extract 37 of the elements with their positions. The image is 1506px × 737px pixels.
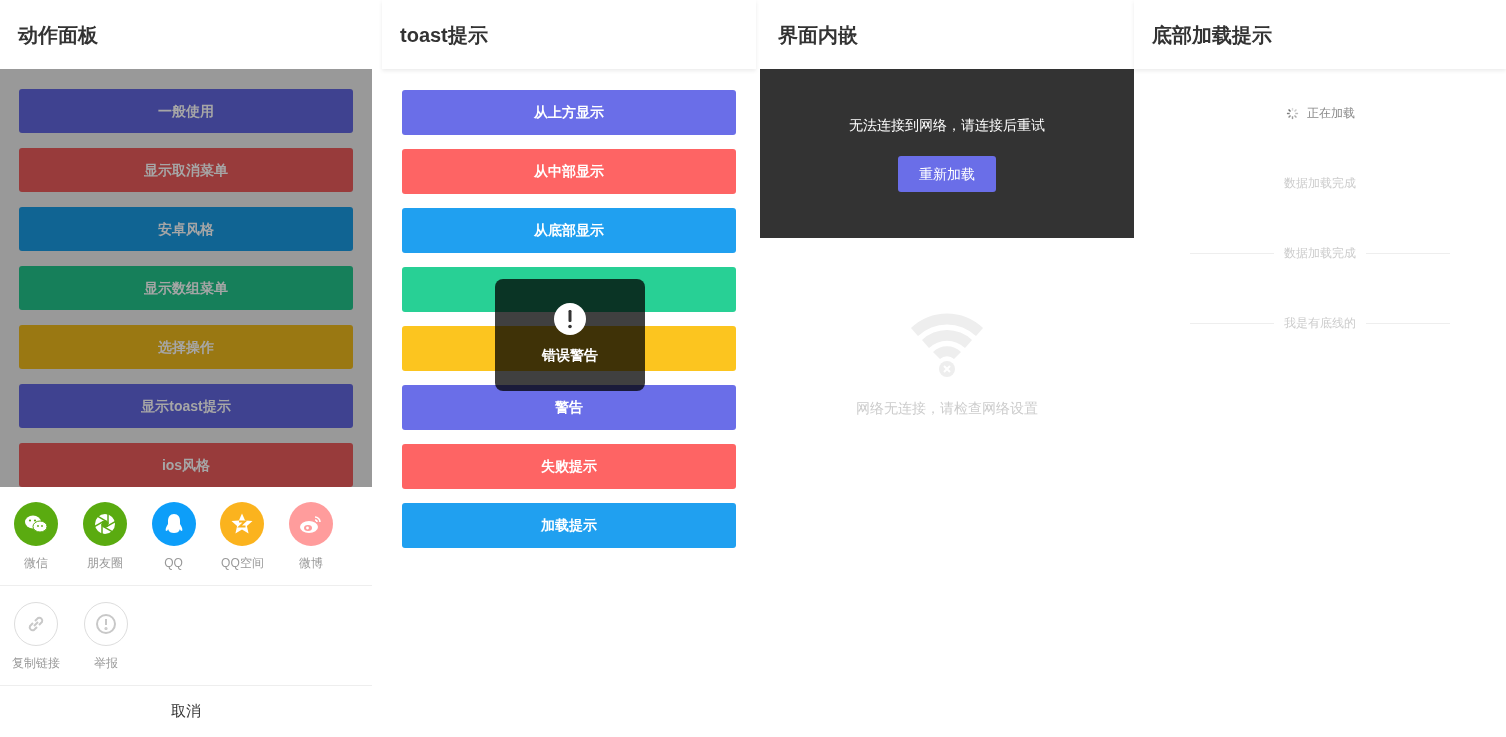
panel-title: 界面内嵌 <box>778 22 858 48</box>
action-button[interactable]: 显示数组菜单 <box>19 266 353 310</box>
action-button[interactable]: 显示取消菜单 <box>19 148 353 192</box>
weibo-eye-icon <box>299 514 324 534</box>
action-option[interactable]: 举报 <box>84 602 128 685</box>
loading-text: 正在加载 <box>1306 105 1355 122</box>
toast-option-button[interactable]: 加载提示 <box>402 503 736 548</box>
action-button[interactable]: 选择操作 <box>19 325 353 369</box>
toast-message: 错误警告 <box>542 346 598 365</box>
chat-bubbles-icon <box>24 514 48 534</box>
reload-button[interactable]: 重新加载 <box>898 156 996 192</box>
toast-option-button[interactable]: 警告 <box>402 385 736 430</box>
panel-title: toast提示 <box>400 22 488 48</box>
star-icon <box>230 512 255 536</box>
action-button[interactable]: 安卓风格 <box>19 207 353 251</box>
toast-option-button[interactable]: 从上方显示 <box>402 90 736 135</box>
penguin-icon <box>163 513 184 535</box>
exclamation-icon <box>554 303 586 335</box>
cancel-button[interactable]: 取消 <box>0 686 372 737</box>
share-option[interactable]: QQ <box>151 502 221 585</box>
toast-option-button[interactable]: 从底部显示 <box>402 208 736 253</box>
share-option[interactable]: 朋友圈 <box>82 502 152 585</box>
panel-title: 底部加载提示 <box>1152 22 1272 48</box>
action-button[interactable]: 显示toast提示 <box>19 384 353 428</box>
action-button[interactable]: 一般使用 <box>19 89 353 133</box>
exclamation-circle-icon <box>95 613 117 635</box>
panel-title: 动作面板 <box>18 22 98 48</box>
spinner-icon <box>1285 106 1299 120</box>
error-message: 无法连接到网络，请连接后重试 <box>849 116 1045 135</box>
toast-option-button[interactable]: 从中部显示 <box>402 149 736 194</box>
aperture-icon <box>92 512 117 536</box>
toast-option-button[interactable]: 失败提示 <box>402 444 736 489</box>
share-option[interactable]: QQ空间 <box>220 502 290 585</box>
action-button[interactable]: ios风格 <box>19 443 353 487</box>
share-option[interactable]: 微信 <box>14 502 83 585</box>
action-option[interactable]: 复制链接 <box>14 602 58 685</box>
share-option[interactable]: 微博 <box>289 502 358 585</box>
